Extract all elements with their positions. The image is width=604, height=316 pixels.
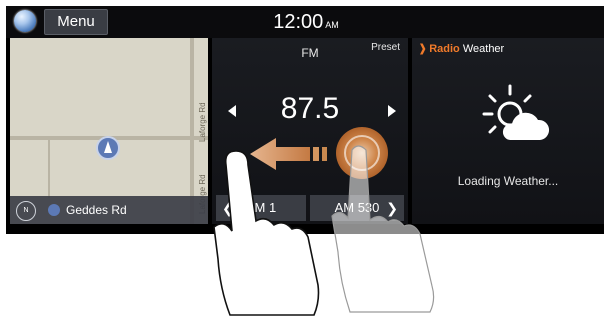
preset-button-1[interactable]: ❮ XM 1	[216, 195, 306, 221]
location-icon	[48, 204, 60, 216]
weather-widget[interactable]: ❱ Radio Weather Loading Weather...	[412, 38, 604, 224]
preset-button-2[interactable]: AM 530 ❯	[310, 195, 404, 221]
home-orb-icon[interactable]	[14, 10, 36, 32]
preset-button-2-label: AM 530	[334, 200, 380, 215]
clock-time: 12:00	[273, 11, 324, 33]
map-street-label-1: Laforge Rd	[198, 102, 207, 142]
weather-status: Loading Weather...	[457, 174, 559, 188]
menu-button[interactable]: Menu	[44, 9, 108, 35]
current-street: Geddes Rd	[66, 203, 127, 217]
seek-up-icon[interactable]	[388, 105, 396, 117]
partly-cloudy-icon	[482, 84, 550, 140]
clock: 12:00 AM	[246, 8, 366, 39]
chevron-right-icon[interactable]: ❯	[386, 195, 398, 221]
radio-frequency: 87.5	[280, 92, 340, 125]
map-widget[interactable]: Laforge Rd Laforge Rd N Geddes Rd	[10, 38, 208, 224]
status-bar: Menu 12:00 AM	[6, 6, 604, 38]
weather-title-radio: Radio	[429, 43, 460, 55]
clock-ampm: AM	[325, 20, 339, 30]
map-road-vertical-2	[48, 138, 50, 198]
weather-title: ❱ Radio Weather	[418, 42, 504, 55]
preset-row: ❮ XM 1 AM 530 ❯	[212, 192, 408, 224]
preset-label[interactable]: Preset	[371, 42, 400, 53]
chevron-left-icon[interactable]: ❮	[222, 195, 234, 221]
compass-icon[interactable]: N	[16, 201, 36, 221]
infotainment-screen: Menu 12:00 AM Laforge Rd Laforge Rd N Ged…	[6, 6, 604, 234]
preset-button-1-label: XM 1	[245, 200, 277, 215]
nav-position-icon	[96, 136, 120, 160]
map-street-bar: N Geddes Rd	[10, 196, 208, 224]
weather-title-weather: Weather	[462, 43, 505, 55]
radio-signal-icon: ❱	[418, 43, 428, 55]
radio-widget[interactable]: FM Preset 87.5 ❮ XM 1 AM 530 ❯	[212, 38, 408, 224]
